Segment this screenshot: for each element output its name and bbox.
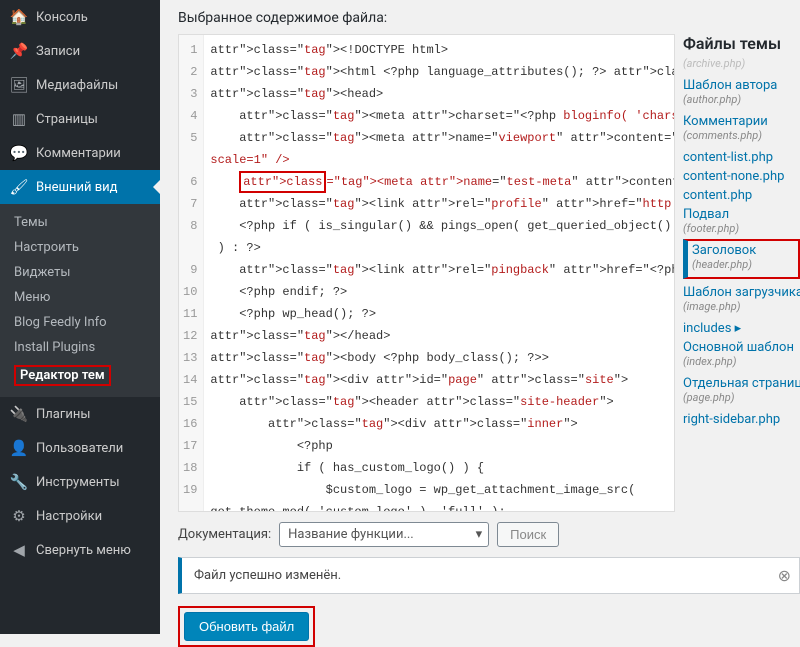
sidebar-item-settings[interactable]: ⚙ Настройки [0, 499, 160, 533]
code-content[interactable]: attr">class="tag"><!DOCTYPE html>attr">c… [204, 35, 674, 511]
plugin-icon: 🔌 [10, 405, 28, 423]
sidebar-label: Медиафайлы [36, 78, 118, 93]
file-heading: Выбранное содержимое файла: [178, 10, 800, 26]
collapse-icon: ◀ [10, 541, 28, 559]
sub-item-editor[interactable]: Редактор тем [0, 360, 160, 391]
sidebar-item-pages[interactable]: ▥ Страницы [0, 102, 160, 136]
sub-item-themes[interactable]: Темы [0, 210, 160, 235]
notice-close-icon[interactable]: ⊗ [778, 566, 791, 585]
docs-label: Документация: [178, 527, 271, 542]
sidebar-label: Пользователи [36, 441, 123, 456]
sub-item-menus[interactable]: Меню [0, 285, 160, 310]
dashboard-icon: 🏠 [10, 8, 28, 26]
sidebar-item-plugins[interactable]: 🔌 Плагины [0, 397, 160, 431]
file-link[interactable]: content.php [683, 184, 800, 203]
line-gutter: 123456789101112131415161718192021 [179, 35, 204, 511]
sidebar-item-collapse[interactable]: ◀ Свернуть меню [0, 533, 160, 567]
file-link[interactable]: Отдельная страница(page.php) [683, 372, 800, 404]
theme-files-panel: Файлы темы (archive.php) Шаблон автора(au… [675, 34, 800, 512]
file-link[interactable]: Заголовок(header.php) [683, 239, 800, 279]
file-link[interactable]: Шаблон автора(author.php) [683, 74, 800, 106]
file-link[interactable]: (archive.php) [683, 57, 800, 70]
media-icon: 🖼 [10, 76, 28, 94]
sidebar-label: Свернуть меню [36, 543, 131, 558]
sidebar-item-users[interactable]: 👤 Пользователи [0, 431, 160, 465]
sidebar-label: Записи [36, 44, 80, 59]
sidebar-item-media[interactable]: 🖼 Медиафайлы [0, 68, 160, 102]
file-link[interactable]: content-list.php [683, 146, 800, 165]
comment-icon: 💬 [10, 144, 28, 162]
file-link[interactable]: content-none.php [683, 165, 800, 184]
admin-sidebar: 🏠 Консоль 📌 Записи 🖼 Медиафайлы ▥ Страницы 💬… [0, 0, 160, 634]
sub-item-customize[interactable]: Настроить [0, 235, 160, 260]
file-link[interactable]: Комментарии(comments.php) [683, 110, 800, 142]
sidebar-label: Консоль [36, 10, 88, 25]
page-icon: ▥ [10, 110, 28, 128]
file-link[interactable]: Основной шаблон(index.php) [683, 336, 800, 368]
users-icon: 👤 [10, 439, 28, 457]
sub-item-widgets[interactable]: Виджеты [0, 260, 160, 285]
tools-icon: 🔧 [10, 473, 28, 491]
search-button[interactable]: Поиск [497, 522, 559, 547]
sidebar-item-comments[interactable]: 💬 Комментарии [0, 136, 160, 170]
function-dropdown[interactable]: Название функции... [279, 522, 489, 547]
sidebar-label: Плагины [36, 407, 90, 422]
sidebar-submenu: Темы Настроить Виджеты Меню Blog Feedly … [0, 204, 160, 397]
sidebar-label: Инструменты [36, 475, 120, 490]
settings-icon: ⚙ [10, 507, 28, 525]
file-link[interactable]: Подвал(footer.php) [683, 203, 800, 235]
file-link[interactable]: Шаблон загрузчика изображения(image.php) [683, 281, 800, 313]
sidebar-label: Страницы [36, 112, 98, 127]
sub-item-blogfeedly[interactable]: Blog Feedly Info [0, 310, 160, 335]
file-link[interactable]: right-sidebar.php [683, 408, 800, 427]
content-area: Выбранное содержимое файла: 123456789101… [160, 0, 800, 634]
notice-text: Файл успешно изменён. [194, 568, 341, 583]
sidebar-label: Внешний вид [36, 180, 118, 195]
success-notice: Файл успешно изменён. ⊗ [178, 557, 800, 594]
sidebar-item-tools[interactable]: 🔧 Инструменты [0, 465, 160, 499]
pin-icon: 📌 [10, 42, 28, 60]
sub-item-install[interactable]: Install Plugins [0, 335, 160, 360]
code-editor[interactable]: 123456789101112131415161718192021 attr">… [178, 34, 675, 512]
sidebar-item-console[interactable]: 🏠 Консоль [0, 0, 160, 34]
sidebar-label: Настройки [36, 509, 102, 524]
file-link[interactable]: includes ▸ [683, 317, 800, 336]
sidebar-label: Комментарии [36, 146, 121, 161]
sidebar-item-appearance[interactable]: 🖌 Внешний вид [0, 170, 160, 204]
brush-icon: 🖌 [10, 178, 28, 196]
sidebar-item-posts[interactable]: 📌 Записи [0, 34, 160, 68]
update-file-button[interactable]: Обновить файл [184, 612, 309, 641]
files-title: Файлы темы [683, 34, 800, 53]
